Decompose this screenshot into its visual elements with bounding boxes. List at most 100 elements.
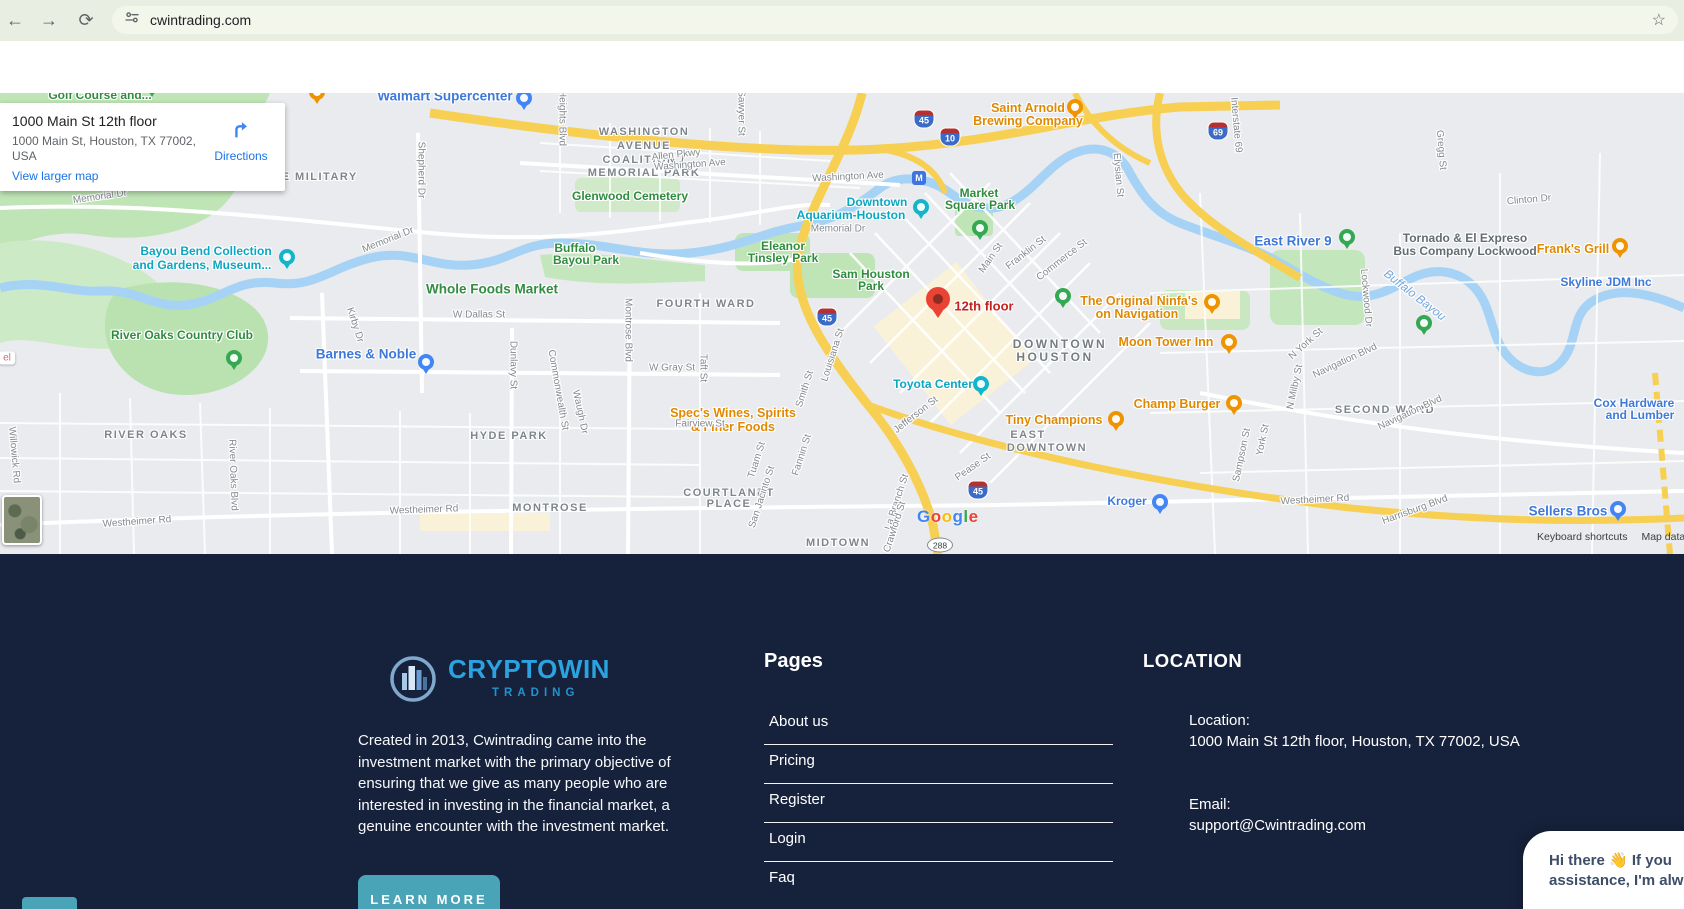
back-icon[interactable]: ← [2,9,28,33]
map-label: Westheimer Rd [1280,492,1350,508]
map-label: Taft St [697,353,709,383]
chat-greeting-cont: If you [1631,852,1672,869]
location-address: 1000 Main St 12th floor, Houston, TX 770… [1189,733,1520,750]
footer-page-link[interactable]: Login [764,823,1113,862]
map-label: W Gray St [648,362,696,374]
map-pin-orange[interactable] [1612,238,1628,254]
map-label: Bayou Park [552,253,620,267]
map-pin-orange[interactable] [1221,334,1237,350]
map-label: Louisiana St [819,327,847,383]
map-label: N York St [1286,325,1326,363]
map-label: Memorial Dr [810,223,866,235]
footer-page-link[interactable]: About us [764,706,1113,745]
map-label: Interstate 69 [1228,96,1244,154]
map-pin-green[interactable] [1339,229,1355,245]
cryptowin-logo-icon [388,654,438,709]
footer-page-link[interactable]: Pricing [764,745,1113,784]
chat-widget[interactable]: Hi there 👋 If you assistance, I'm alw [1523,831,1684,909]
view-larger-map-link[interactable]: View larger map [12,169,98,183]
map-label: Brewing Company [973,114,1083,128]
map-pin-teal[interactable] [973,376,989,392]
map-label: Barnes & Noble [315,346,417,362]
map-label: Kirby Dr [344,306,366,344]
footer-partial-button[interactable] [22,897,77,909]
wave-emoji-icon: 👋 [1609,852,1628,869]
map-pin-blue[interactable] [418,354,434,370]
map-label: Champ Burger [1133,397,1221,411]
map-label: Clinton Dr [1506,192,1552,208]
directions-icon [230,122,252,145]
interstate-shield: 69 [1207,121,1229,141]
map-label: and Lumber [1605,408,1675,422]
map-label: Moon Tower Inn [1118,335,1214,349]
route-shield: 288 [927,537,953,553]
map-label: RIVER OAKS [104,429,188,441]
keyboard-shortcuts-link[interactable]: Keyboard shortcuts [1537,531,1627,543]
map-pin-green[interactable] [1055,288,1071,304]
map-label: Sellers Bros [1528,503,1608,519]
map-pin-orange[interactable] [1067,99,1083,115]
learn-more-button[interactable]: LEARN MORE [358,875,500,909]
map-label: Pease St [953,450,993,484]
map-pin-orange[interactable] [1108,411,1124,427]
map-label: N Milby St [1284,363,1306,411]
map-label: Tiny Champions [1005,413,1103,427]
footer-about-text: Created in 2013, Cwintrading came into t… [358,732,671,835]
map-pin-teal[interactable] [913,199,929,215]
map-label: HOUSTON [1016,350,1094,364]
map-label: Buffalo Bayou [1381,266,1449,324]
map-label: Franklin St [1003,233,1049,273]
map-label: FOURTH WARD [656,298,756,310]
map-label: Elysian St [1110,152,1126,198]
map-pin-blue[interactable] [1610,501,1626,517]
map-label: York St [1254,423,1272,457]
map-pin-green[interactable] [972,220,988,236]
map-label: Waugh Dr [569,389,591,435]
google-logo[interactable]: Google [917,507,979,527]
map-label: River Oaks Country Club [110,328,254,342]
footer-logo[interactable]: CRYPTOWIN TRADING [388,654,610,709]
map-label: Westheimer Rd [102,514,172,530]
map-label: MONTROSE [512,502,588,514]
browser-toolbar: ← → ⟳ cwintrading.com ☆ [0,0,1684,41]
map-label: Downtown [846,195,908,209]
map-label: Heights Blvd [556,93,568,147]
map-pin-green[interactable] [226,350,242,366]
map-label: Willowick Rd [6,426,22,484]
map-label: W Dallas St [452,309,506,321]
forward-icon[interactable]: → [36,9,62,33]
address-bar[interactable]: cwintrading.com ☆ [112,6,1678,34]
map-pin-blue[interactable] [1152,494,1168,510]
map-label: DOWNTOWN [1006,442,1088,454]
map-label: Fannin St [790,432,814,478]
interstate-shield: 45 [913,109,935,129]
map-pin-orange[interactable] [309,93,325,100]
map-label: 12th floor [954,298,1014,314]
map-label: Bus Company Lockwood [1393,244,1537,258]
map-pin-orange[interactable] [1204,294,1220,310]
satellite-toggle-thumbnail[interactable] [2,495,42,545]
map-label: Aquarium-Houston [796,208,906,222]
map-pin-teal[interactable] [279,249,295,265]
google-map-embed[interactable]: Golf Course and... Glenwood Cemetery Elean… [0,93,1684,554]
map-label: Sawyer St [735,93,747,136]
map-label: Main St [976,240,1006,276]
directions-link[interactable]: Directions [203,119,279,163]
map-label: Walmart Supercenter [377,93,513,104]
chat-message-line2: assistance, I'm alw [1549,872,1684,889]
footer-page-link[interactable]: Register [764,784,1113,823]
map-label: Glenwood Cemetery [571,189,689,203]
footer-page-link[interactable]: Faq [764,862,1113,901]
site-settings-icon[interactable] [124,10,140,31]
map-pin-orange[interactable] [1226,395,1242,411]
map-pin-transit[interactable]: M [912,171,926,185]
reload-icon[interactable]: ⟳ [73,9,99,33]
map-data-text: Map data ©2023 [1641,531,1684,543]
map-pin-green[interactable] [1416,315,1432,331]
location-heading: LOCATION [1143,650,1243,671]
bookmark-star-icon[interactable]: ☆ [1652,10,1666,30]
map-pin-blue[interactable] [516,93,532,106]
email-address[interactable]: support@Cwintrading.com [1189,817,1366,834]
map-pin-red[interactable] [926,287,950,311]
map-label: Jefferson St [891,394,941,436]
